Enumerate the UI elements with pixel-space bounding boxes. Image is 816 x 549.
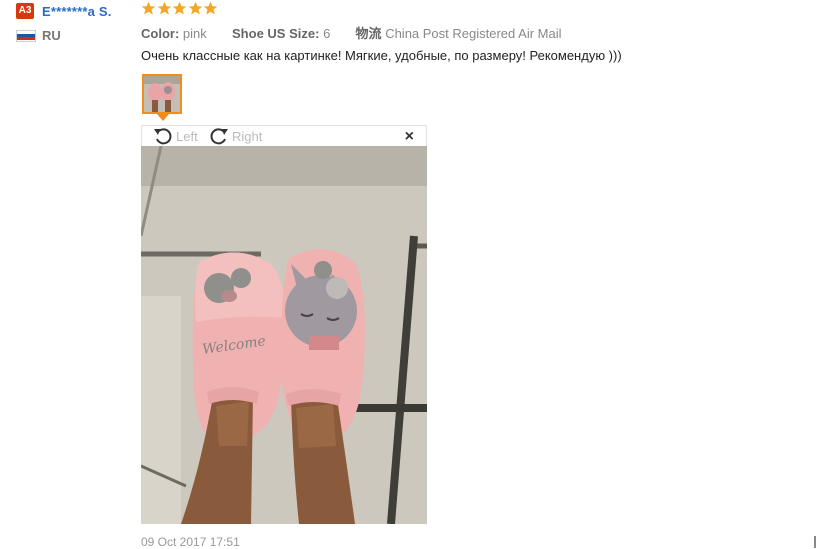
rotate-left-icon: [154, 128, 172, 145]
color-label: Color:: [141, 26, 180, 41]
reviewer-name-row: A3 E*******a S.: [16, 2, 136, 20]
rotate-right-label: Right: [232, 128, 263, 144]
review-photo: Welcome: [141, 146, 427, 524]
rotate-right-icon: [210, 128, 228, 145]
size-value: 6: [323, 26, 331, 41]
star-icon: [157, 1, 171, 15]
star-icon: [203, 1, 218, 15]
star-icon: [141, 1, 156, 15]
buyer-level-badge: A3: [16, 3, 34, 19]
russia-flag-icon: [16, 29, 36, 42]
shipping-label: 物流: [355, 26, 382, 41]
thumbnail-photo-image: [144, 76, 180, 112]
review-photo-thumbnail[interactable]: [142, 74, 182, 114]
photo-viewer: Left Right × Welcome: [141, 125, 427, 524]
rotate-left-label: Left: [176, 128, 198, 144]
photo-viewer-toolbar: Left Right ×: [141, 125, 427, 146]
review-comment: Очень классные как на картинке! Мягкие, …: [141, 48, 622, 63]
star-icon: [172, 1, 187, 15]
close-viewer-button[interactable]: ×: [405, 128, 414, 146]
star-icon: [188, 1, 202, 15]
reviewer-country: RU: [16, 28, 136, 43]
reviewer-info: A3 E*******a S. RU: [16, 2, 136, 43]
star-rating: [141, 1, 219, 16]
rotate-left-button[interactable]: Left: [152, 126, 198, 146]
country-code: RU: [42, 28, 61, 43]
rotate-right-button[interactable]: Right: [208, 126, 262, 146]
thumbnail-pointer: [157, 114, 169, 121]
reviewer-name[interactable]: E*******a S.: [42, 4, 112, 19]
shipping-value: China Post Registered Air Mail: [385, 26, 562, 41]
color-value: pink: [182, 26, 207, 41]
review-date: 09 Oct 2017 17:51: [141, 535, 240, 549]
order-attributes: Color: pink Shoe US Size: 6 物流 China Pos…: [141, 23, 562, 42]
size-label: Shoe US Size:: [232, 26, 320, 41]
